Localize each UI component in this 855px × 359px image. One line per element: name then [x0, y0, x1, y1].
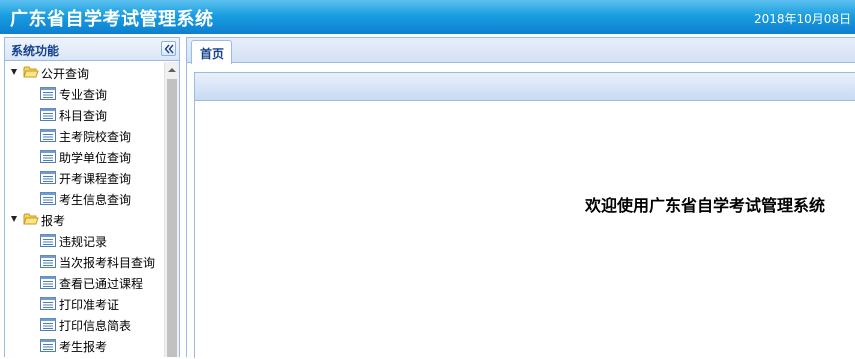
sidebar-title: 系统功能 [11, 44, 60, 58]
double-chevron-left-icon [164, 44, 174, 54]
tree-item-label: 科目查询 [59, 109, 108, 123]
tree-item-candidate-register[interactable]: 考生报考 [5, 335, 163, 356]
sidebar-header: 系统功能 [5, 38, 179, 61]
list-icon [40, 318, 56, 331]
tree-item-violation-record[interactable]: 违规记录 [5, 230, 163, 251]
list-icon [40, 276, 56, 289]
collapse-sidebar-button[interactable] [161, 41, 176, 56]
folder-open-icon [23, 66, 39, 78]
sidebar-scrollbar[interactable] [164, 62, 179, 357]
tree-group-public-query[interactable]: 公开查询 [5, 62, 163, 83]
list-icon [40, 297, 56, 310]
tree-item-print-admission[interactable]: 打印准考证 [5, 293, 163, 314]
content-body [199, 107, 855, 359]
tab-label: 首页 [200, 47, 225, 61]
tree-item-institution-query[interactable]: 主考院校查询 [5, 125, 163, 146]
tree-group-label: 报考 [41, 214, 66, 228]
tree-item-label: 助学单位查询 [59, 151, 132, 165]
tree-item-label: 打印信息简表 [59, 319, 132, 333]
scroll-thumb[interactable] [167, 79, 177, 357]
tree-group-registration[interactable]: 报考 [5, 209, 163, 230]
app-title: 广东省自学考试管理系统 [10, 9, 214, 30]
welcome-message: 欢迎使用广东省自学考试管理系统 [585, 196, 826, 215]
list-icon [40, 108, 56, 121]
content-toolbar [195, 73, 855, 101]
tree-item-course-query[interactable]: 开考课程查询 [5, 167, 163, 188]
expand-toggle-icon[interactable] [11, 69, 17, 75]
tree-item-candidate-query[interactable]: 考生信息查询 [5, 188, 163, 209]
tree-item-major-query[interactable]: 专业查询 [5, 83, 163, 104]
function-tree: 公开查询 专业查询 科目查询 主考院校查询 助学单位查询 开考课程查询 考生信息… [5, 62, 163, 356]
tab-strip: 首页 [187, 38, 855, 64]
tree-item-print-summary[interactable]: 打印信息简表 [5, 314, 163, 335]
list-icon [40, 87, 56, 100]
sidebar-panel: 系统功能 公开查询 专业查询 科目查询 主考院校查询 助学单位查询 开考课程查询… [4, 37, 180, 357]
folder-open-icon [23, 213, 39, 225]
list-icon [40, 339, 56, 352]
tree-group-label: 公开查询 [41, 67, 90, 81]
tree-item-current-subjects[interactable]: 当次报考科目查询 [5, 251, 163, 272]
tree-item-subject-query[interactable]: 科目查询 [5, 104, 163, 125]
app-header: 广东省自学考试管理系统 2018年10月08日 [0, 0, 855, 34]
scroll-up-arrow-icon[interactable] [165, 62, 179, 78]
list-icon [40, 255, 56, 268]
list-icon [40, 234, 56, 247]
tree-item-label: 考生报考 [59, 340, 108, 354]
tree-item-label: 查看已通过课程 [59, 277, 144, 291]
tree-item-assist-unit-query[interactable]: 助学单位查询 [5, 146, 163, 167]
list-icon [40, 129, 56, 142]
tree-item-label: 主考院校查询 [59, 130, 132, 144]
tree-item-label: 开考课程查询 [59, 172, 132, 186]
tree-item-label: 当次报考科目查询 [59, 256, 156, 270]
list-icon [40, 192, 56, 205]
list-icon [40, 150, 56, 163]
tree-item-passed-courses[interactable]: 查看已通过课程 [5, 272, 163, 293]
expand-toggle-icon[interactable] [11, 216, 17, 222]
tree-item-label: 违规记录 [59, 235, 108, 249]
tab-home[interactable]: 首页 [191, 40, 232, 64]
list-icon [40, 171, 56, 184]
header-date: 2018年10月08日 [754, 12, 852, 26]
tree-item-label: 考生信息查询 [59, 193, 132, 207]
tree-item-label: 专业查询 [59, 88, 108, 102]
tree-item-label: 打印准考证 [59, 298, 120, 312]
